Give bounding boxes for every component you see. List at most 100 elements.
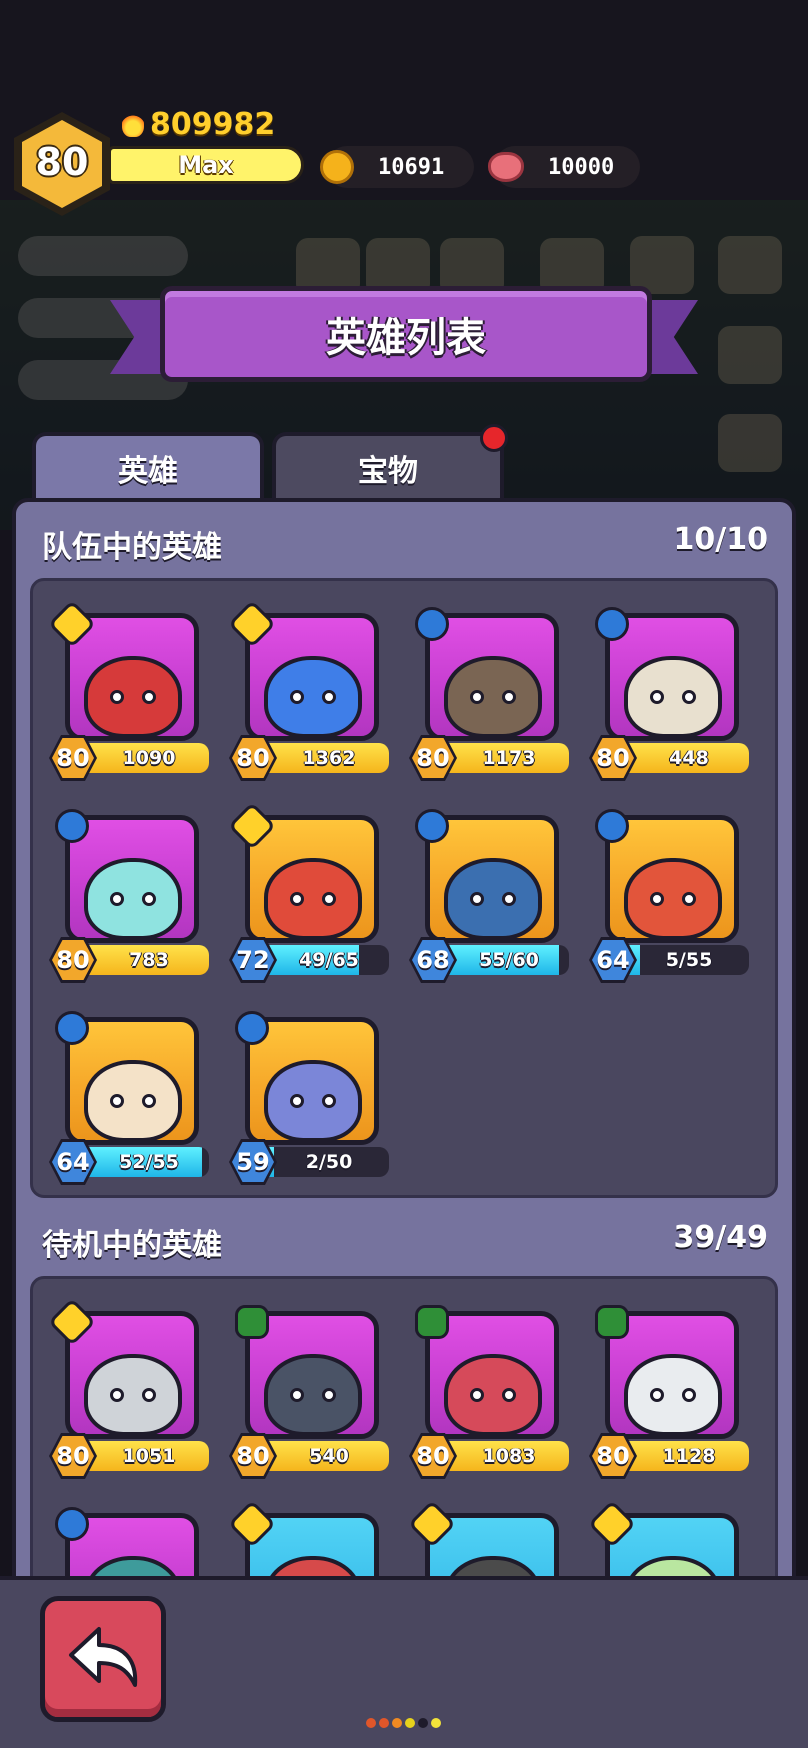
hero-card[interactable]: 55/60 68	[409, 803, 569, 983]
page-indicator	[366, 1718, 441, 1728]
hero-eye	[290, 1388, 304, 1402]
hero-eye	[110, 1094, 124, 1108]
hero-character	[264, 1354, 362, 1434]
page-dot	[418, 1718, 428, 1728]
hero-eye	[142, 1388, 156, 1402]
hero-card[interactable]: 783 80	[49, 803, 209, 983]
tab-treasures[interactable]: 宝物	[272, 432, 504, 500]
page-dot	[431, 1718, 441, 1728]
hero-level: 72	[232, 940, 274, 980]
hero-card[interactable]: 448 80	[589, 601, 749, 781]
hero-level-badge: 72	[229, 937, 277, 983]
player-level-badge[interactable]: 80	[14, 112, 110, 216]
blue-class-icon	[589, 803, 635, 849]
background-chat-icon	[718, 236, 782, 294]
hero-level: 80	[52, 1436, 94, 1476]
hero-level: 80	[232, 1436, 274, 1476]
hero-eye	[682, 690, 696, 704]
hero-progress-text: 2/50	[305, 1151, 353, 1173]
hero-progress-bar: 1173	[449, 743, 569, 773]
hero-card[interactable]: 5/55 64	[589, 803, 749, 983]
hero-level-badge: 80	[589, 735, 637, 781]
hero-card[interactable]: 49/65 72	[227, 801, 389, 983]
standby-hero-grid: 1051 80 540 80 1083 80 1128 80	[30, 1276, 778, 1614]
hero-eye	[290, 1094, 304, 1108]
hero-card[interactable]: 2/50 59	[229, 1005, 389, 1185]
hero-level: 80	[52, 940, 94, 980]
gold-coin-icon	[320, 150, 354, 184]
hero-eye	[142, 690, 156, 704]
title-ribbon: 英雄列表	[160, 286, 652, 382]
hero-progress-bar: 1128	[629, 1441, 749, 1471]
hero-level: 59	[232, 1142, 274, 1182]
hero-eye	[502, 690, 516, 704]
hero-eye	[322, 1388, 336, 1402]
hero-level: 68	[412, 940, 454, 980]
hero-progress-bar: 783	[89, 945, 209, 975]
hero-progress-text: 1083	[482, 1445, 536, 1467]
hero-character	[264, 858, 362, 938]
hero-character	[84, 858, 182, 938]
hero-level: 80	[412, 1436, 454, 1476]
hero-progress-bar: 55/60	[449, 945, 569, 975]
blue-class-icon	[49, 803, 95, 849]
hero-progress-text: 1128	[662, 1445, 716, 1467]
gold-class-icon	[227, 1499, 277, 1549]
gold-class-icon	[227, 599, 277, 649]
hero-eye	[290, 892, 304, 906]
back-button[interactable]	[40, 1596, 166, 1722]
gold-class-icon	[47, 599, 97, 649]
hero-card[interactable]: 1083 80	[409, 1299, 569, 1479]
blue-class-icon	[589, 601, 635, 647]
hero-character	[624, 1354, 722, 1434]
hero-level: 80	[232, 738, 274, 778]
team-hero-grid: 1090 80 1362 80 1173 80 448 80 783 80 49/65 72 55/60…	[30, 578, 778, 1198]
hero-level: 64	[592, 940, 634, 980]
gold-value: 10691	[378, 154, 445, 180]
notification-badge	[480, 424, 508, 452]
hero-level: 80	[52, 738, 94, 778]
hero-character	[624, 656, 722, 736]
hero-eye	[650, 892, 664, 906]
hero-character	[624, 858, 722, 938]
blue-class-icon	[49, 1005, 95, 1051]
hero-eye	[650, 1388, 664, 1402]
hero-eye	[470, 690, 484, 704]
hero-eye	[322, 690, 336, 704]
hero-card[interactable]: 1173 80	[409, 601, 569, 781]
gold-class-icon	[587, 1499, 637, 1549]
flame-icon	[122, 111, 144, 137]
green-class-icon	[229, 1299, 275, 1345]
hero-level-badge: 80	[589, 1433, 637, 1479]
background-meat-counter	[18, 236, 188, 276]
hero-eye	[142, 1094, 156, 1108]
background-quest-icon	[718, 414, 782, 472]
hero-eye	[322, 1094, 336, 1108]
hero-progress-text: 448	[669, 747, 709, 769]
hero-card[interactable]: 1128 80	[589, 1299, 749, 1479]
gold-class-icon	[47, 1297, 97, 1347]
hero-card[interactable]: 1090 80	[47, 599, 209, 781]
team-section-title: 队伍中的英雄	[42, 530, 222, 565]
hero-eye	[650, 690, 664, 704]
hero-card[interactable]: 540 80	[229, 1299, 389, 1479]
hero-level-badge: 80	[49, 937, 97, 983]
hero-character	[444, 858, 542, 938]
hero-card[interactable]: 52/55 64	[49, 1005, 209, 1185]
power-display: 809982	[122, 106, 275, 142]
gold-counter[interactable]: 10691	[320, 146, 474, 188]
tab-heroes[interactable]: 英雄	[32, 432, 264, 500]
hero-list-panel[interactable]: 队伍中的英雄 10/10 1090 80 1362 80 1173 80 448 80 783 8…	[12, 498, 796, 1618]
green-class-icon	[589, 1299, 635, 1345]
power-value: 809982	[150, 106, 276, 142]
xp-bar: Max	[108, 146, 304, 184]
blue-class-icon	[49, 1501, 95, 1547]
standby-count: 39/49	[673, 1220, 768, 1255]
hero-progress-text: 1090	[122, 747, 176, 769]
player-level: 80	[35, 140, 89, 184]
hero-level-badge: 80	[409, 1433, 457, 1479]
hero-card[interactable]: 1362 80	[227, 599, 389, 781]
meat-value: 10000	[548, 154, 615, 180]
hero-card[interactable]: 1051 80	[47, 1297, 209, 1479]
meat-counter[interactable]: 10000	[488, 146, 640, 188]
